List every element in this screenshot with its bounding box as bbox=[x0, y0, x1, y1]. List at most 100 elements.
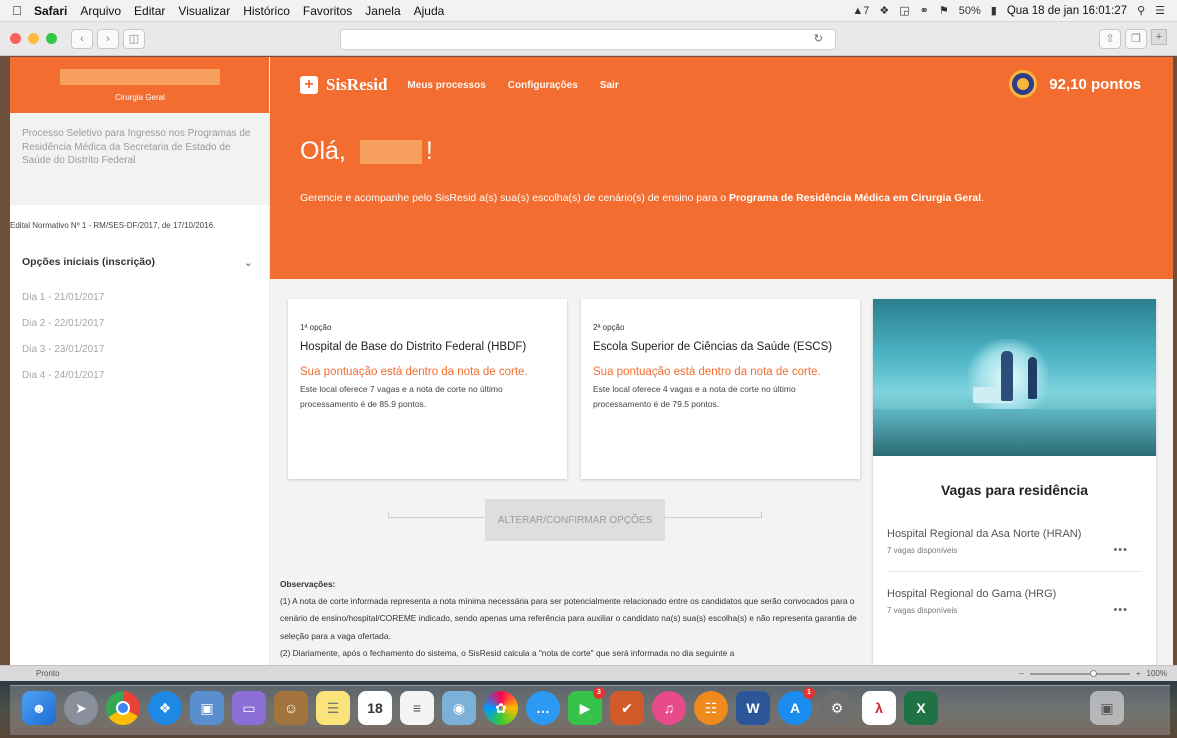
spotlight-icon[interactable]: ⚲ bbox=[1137, 4, 1145, 17]
ccleaner-icon[interactable]: ✔ bbox=[610, 691, 644, 725]
system-display-icon[interactable]: ▭ bbox=[232, 691, 266, 725]
menu-arquivo[interactable]: Arquivo bbox=[80, 4, 121, 18]
initial-options-label: Opções iniciais (inscrição) bbox=[22, 256, 156, 268]
back-icon[interactable]: ‹ bbox=[71, 28, 93, 49]
share-icon[interactable]: ⇧ bbox=[1099, 29, 1121, 49]
flag-icon[interactable]: ⚑ bbox=[939, 4, 949, 17]
user-name-redacted bbox=[60, 69, 220, 85]
sisresid-logo-text[interactable]: SisResid bbox=[326, 75, 387, 95]
menu-extras: ▲7 ❖ ◲ ⚭ ⚑ 50% ▮ Qua 18 de jan 16:01:27 … bbox=[852, 4, 1177, 18]
option-label: 1ª opção bbox=[300, 323, 332, 332]
menu-janela[interactable]: Janela bbox=[365, 4, 400, 18]
forward-icon[interactable]: › bbox=[97, 28, 119, 49]
acrobat-icon[interactable]: λ bbox=[862, 691, 896, 725]
initial-options-toggle[interactable]: Opções iniciais (inscrição) ⌄ bbox=[10, 239, 269, 273]
launchpad-icon[interactable]: ➤ bbox=[64, 691, 98, 725]
battery-label[interactable]: 50% bbox=[959, 5, 981, 17]
browser-status-bar: Pronto – + 100% bbox=[0, 665, 1177, 681]
sidebar-item-day-1[interactable]: Dia 1 - 21/01/2017 bbox=[10, 285, 269, 311]
sidebar-item-day-3[interactable]: Dia 3 - 23/01/2017 bbox=[10, 337, 269, 363]
browser-toolbar: ‹ › ◫ ↻ ⇧ ❐ + bbox=[0, 22, 1177, 56]
contacts-icon[interactable]: ☺ bbox=[274, 691, 308, 725]
zoom-slider[interactable] bbox=[1029, 669, 1130, 677]
airplay-icon[interactable]: ◲ bbox=[899, 4, 909, 17]
excel-icon[interactable]: X bbox=[904, 691, 938, 725]
divider-left bbox=[388, 511, 488, 518]
image-capture-icon[interactable]: ◉ bbox=[442, 691, 476, 725]
process-title: Processo Seletivo para Ingresso nos Prog… bbox=[10, 113, 269, 205]
clock[interactable]: Qua 18 de jan 16:01:27 bbox=[1007, 5, 1127, 17]
adobe-icon[interactable]: ▲7 bbox=[852, 5, 869, 17]
welcome-banner: Olá, ! Gerencie e acompanhe pelo SisResi… bbox=[270, 113, 1173, 279]
chevron-down-icon: ⌄ bbox=[243, 256, 253, 269]
sidebar-toggle-icon[interactable]: ◫ bbox=[123, 28, 145, 49]
dropbox-icon[interactable]: ❖ bbox=[879, 4, 889, 17]
sisresid-logo-icon[interactable]: + bbox=[300, 76, 318, 94]
system-preferences-icon[interactable]: ⚙ bbox=[820, 691, 854, 725]
greeting-suffix: ! bbox=[425, 137, 433, 165]
sidebar: Cirurgia Geral Processo Seletivo para In… bbox=[10, 57, 270, 665]
word-icon[interactable]: W bbox=[736, 691, 770, 725]
new-tab-icon[interactable]: + bbox=[1151, 29, 1167, 45]
reload-icon[interactable]: ↻ bbox=[814, 33, 823, 45]
itunes-icon[interactable]: ♫ bbox=[652, 691, 686, 725]
tabs-overview-icon[interactable]: ❐ bbox=[1125, 29, 1147, 49]
nav-configuracoes[interactable]: Configurações bbox=[508, 80, 578, 91]
option-status: Sua pontuação está dentro da nota de cor… bbox=[300, 366, 528, 379]
observation-1: (1) A nota de corte informada representa… bbox=[280, 596, 857, 641]
notes-icon[interactable]: ☰ bbox=[316, 691, 350, 725]
wifi-icon[interactable]: ⚭ bbox=[920, 4, 929, 17]
list-item[interactable]: Hospital Regional da Asa Norte (HRAN) 7 … bbox=[873, 526, 1156, 556]
menu-historico[interactable]: Histórico bbox=[243, 4, 290, 18]
menu-app-safari[interactable]: Safari bbox=[34, 4, 67, 18]
points-value: 92,10 pontos bbox=[1049, 75, 1141, 93]
battery-icon[interactable]: ▮ bbox=[991, 4, 997, 17]
more-options-icon[interactable]: ••• bbox=[1113, 544, 1128, 556]
safari-icon[interactable]: ❖ bbox=[148, 691, 182, 725]
sidebar-item-day-4[interactable]: Dia 4 - 24/01/2017 bbox=[10, 363, 269, 389]
nav-sair[interactable]: Sair bbox=[600, 80, 619, 91]
option-card-2: 2ª opção Escola Superior de Ciências da … bbox=[581, 299, 860, 479]
zoom-window-button[interactable] bbox=[46, 33, 57, 44]
nav-meus-processos[interactable]: Meus processos bbox=[407, 80, 485, 91]
zoom-in-icon[interactable]: + bbox=[1136, 669, 1141, 678]
ibooks-icon[interactable]: ☷ bbox=[694, 691, 728, 725]
divider-right bbox=[662, 511, 762, 518]
confirm-options-button[interactable]: ALTERAR/CONFIRMAR OPÇÕES bbox=[485, 499, 665, 541]
more-options-icon[interactable]: ••• bbox=[1113, 604, 1128, 616]
minimize-window-button[interactable] bbox=[28, 33, 39, 44]
menu-ajuda[interactable]: Ajuda bbox=[414, 4, 445, 18]
sidebar-header: Cirurgia Geral bbox=[10, 57, 269, 113]
facetime-badge: 3 bbox=[593, 687, 605, 699]
messages-icon[interactable]: … bbox=[526, 691, 560, 725]
apple-menu-icon[interactable]:  bbox=[0, 3, 34, 18]
address-bar[interactable]: ↻ bbox=[340, 29, 836, 50]
toolbar-right: ⇧ ❐ + bbox=[1099, 29, 1167, 49]
notification-center-icon[interactable]: ☰ bbox=[1155, 4, 1165, 17]
status-text: Pronto bbox=[36, 669, 60, 678]
photos-icon[interactable]: ✿ bbox=[484, 691, 518, 725]
preview-icon[interactable]: ▣ bbox=[190, 691, 224, 725]
trash-icon[interactable]: ▣ bbox=[1090, 691, 1124, 725]
menu-favoritos[interactable]: Favoritos bbox=[303, 4, 352, 18]
app-store-icon[interactable]: A1 bbox=[778, 687, 815, 725]
zoom-out-icon[interactable]: – bbox=[1019, 669, 1023, 678]
greeting: Olá, ! bbox=[300, 137, 1173, 166]
close-window-button[interactable] bbox=[10, 33, 21, 44]
chrome-icon[interactable] bbox=[106, 691, 140, 725]
points-display: 92,10 pontos bbox=[1009, 70, 1141, 98]
list-item[interactable]: Hospital Regional do Gama (HRG) 7 vagas … bbox=[873, 586, 1156, 616]
menu-editar[interactable]: Editar bbox=[134, 4, 165, 18]
days-list: Dia 1 - 21/01/2017 Dia 2 - 22/01/2017 Di… bbox=[10, 273, 269, 389]
sidebar-item-day-2[interactable]: Dia 2 - 22/01/2017 bbox=[10, 311, 269, 337]
menu-visualizar[interactable]: Visualizar bbox=[178, 4, 230, 18]
calendar-icon[interactable]: 18 bbox=[358, 691, 392, 725]
main-content: + SisResid Meus processos Configurações … bbox=[270, 57, 1173, 665]
specialty-label: Cirurgia Geral bbox=[115, 93, 165, 102]
welcome-message-text: Gerencie e acompanhe pelo SisResid a(s) … bbox=[300, 192, 729, 204]
facetime-icon[interactable]: ▶ 3 bbox=[568, 687, 605, 725]
option-info: Este local oferece 4 vagas e a nota de c… bbox=[593, 384, 796, 410]
finder-icon[interactable]: ☻ bbox=[22, 691, 56, 725]
reminders-icon[interactable]: ≡ bbox=[400, 691, 434, 725]
greeting-name-redacted bbox=[359, 139, 422, 164]
